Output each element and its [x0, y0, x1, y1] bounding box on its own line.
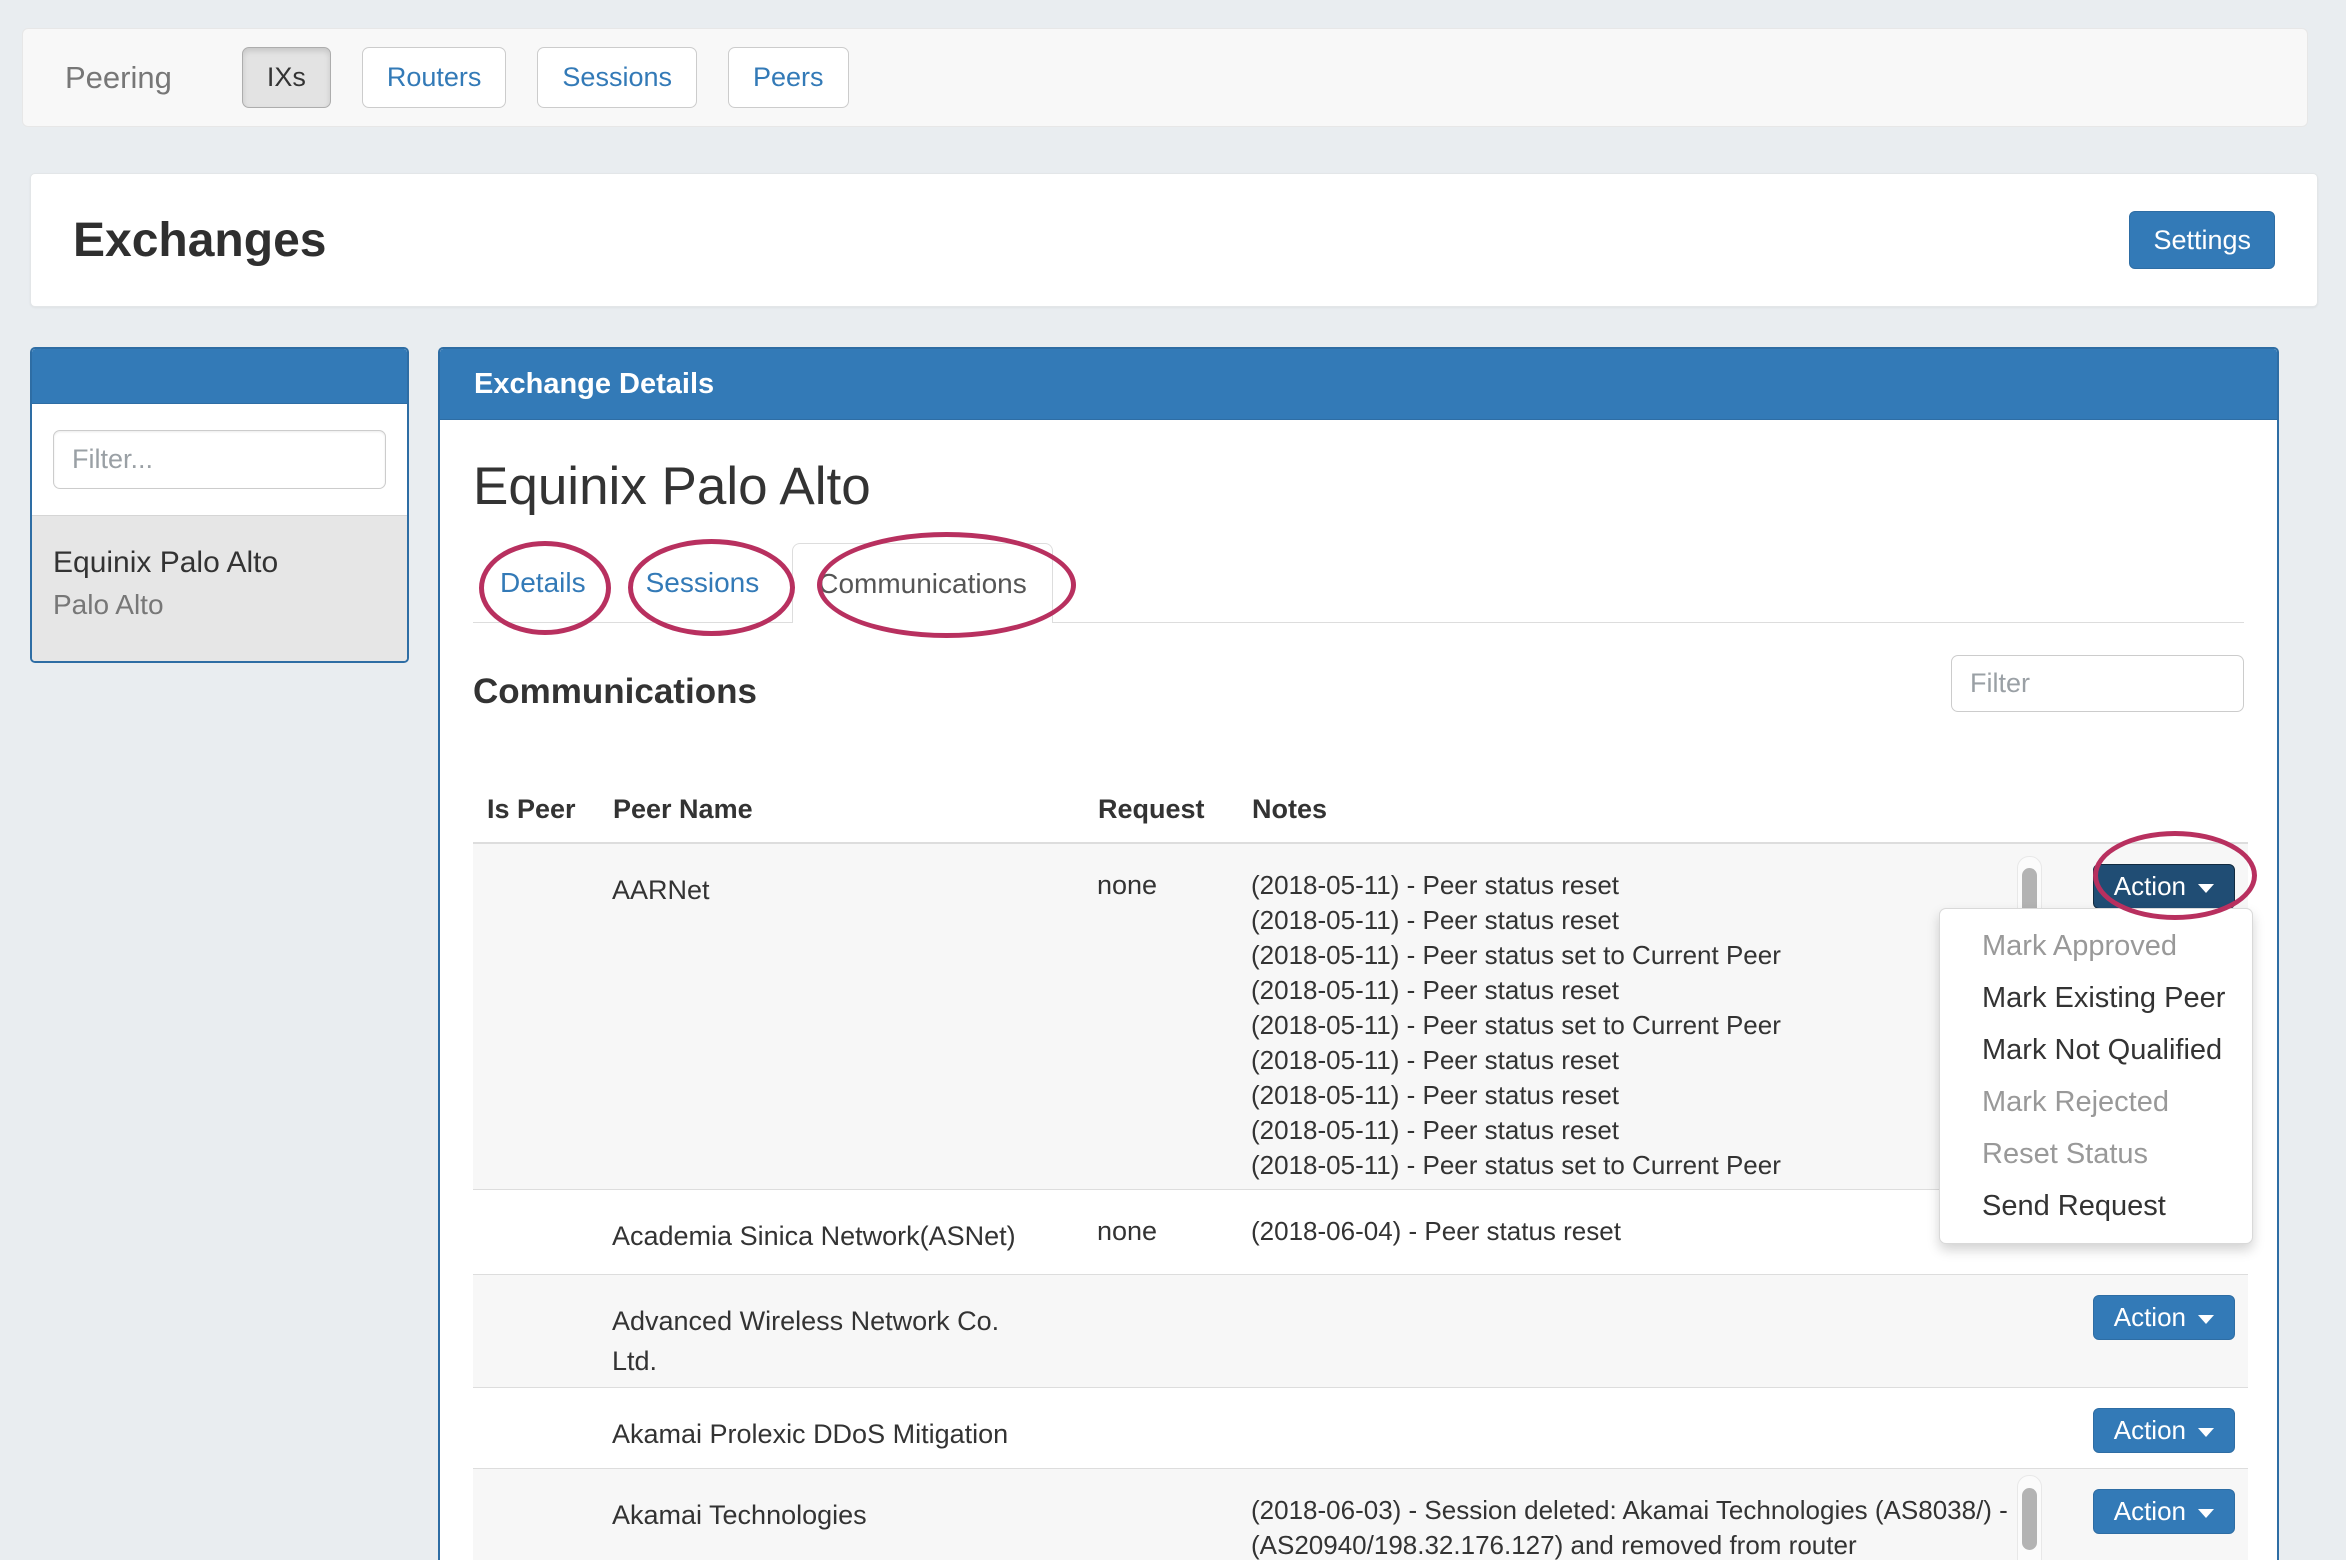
communications-title: Communications	[473, 672, 757, 711]
action-button-label: Action	[2114, 1302, 2186, 1332]
settings-button[interactable]: Settings	[2129, 211, 2275, 269]
note-line: (2018-05-11) - Peer status reset	[1251, 1113, 2037, 1148]
peer-name-text: Akamai Prolexic DDoS Mitigation	[612, 1414, 1044, 1454]
cell-peer-name: Akamai Technologies	[599, 1469, 1084, 1560]
cell-is-peer	[473, 1469, 599, 1560]
menu-item-reset-status[interactable]: Reset Status	[1940, 1128, 2252, 1180]
notes-scrollbar-thumb[interactable]	[2022, 1488, 2037, 1550]
note-line: (2018-05-11) - Peer status reset	[1251, 973, 2037, 1008]
cell-is-peer	[473, 1388, 599, 1469]
notes-scrollbar-track	[2017, 1475, 2042, 1560]
communications-filter-input[interactable]	[1951, 655, 2244, 712]
nav-button-routers[interactable]: Routers	[362, 47, 507, 108]
column-header-actions	[2050, 794, 2248, 843]
peer-name-text: AARNet	[612, 870, 1044, 910]
exchange-list-panel: Equinix Palo Alto Palo Alto	[30, 347, 409, 663]
cell-notes: (2018-06-03) - Session deleted: Akamai T…	[1238, 1469, 2050, 1560]
table-header-row: Is PeerPeer NameRequestNotes	[473, 794, 2248, 843]
column-header-peer-name: Peer Name	[599, 794, 1084, 843]
cell-notes	[1238, 1388, 2050, 1469]
cell-request	[1084, 1388, 1238, 1469]
action-button-label: Action	[2114, 871, 2186, 901]
main-nav: IXs Routers Sessions Peers	[242, 47, 849, 108]
caret-down-icon	[2198, 1428, 2214, 1437]
communications-section-header: Communications	[473, 672, 2244, 712]
table-row: Akamai Prolexic DDoS Mitigation Action	[473, 1388, 2248, 1469]
tab-details[interactable]: Details	[473, 543, 613, 623]
tab-sessions[interactable]: Sessions	[619, 543, 787, 623]
nav-button-sessions[interactable]: Sessions	[537, 47, 697, 108]
action-button-label: Action	[2114, 1496, 2186, 1526]
app-brand: Peering	[65, 60, 172, 96]
menu-item-mark-rejected[interactable]: Mark Rejected	[1940, 1076, 2252, 1128]
peer-name-text: Academia Sinica Network(ASNet)	[612, 1216, 1044, 1256]
caret-down-icon	[2198, 884, 2214, 893]
nav-button-peers[interactable]: Peers	[728, 47, 849, 108]
sidebar-filter-wrap	[32, 404, 407, 515]
note-line: (2018-05-11) - Peer status set to Curren…	[1251, 938, 2037, 973]
action-dropdown-button[interactable]: Action	[2093, 1489, 2235, 1534]
table-row: Advanced Wireless Network Co. Ltd. Action	[473, 1275, 2248, 1388]
exchange-list-heading	[32, 349, 407, 404]
menu-item-mark-not-qualified[interactable]: Mark Not Qualified	[1940, 1024, 2252, 1076]
exchange-item-title: Equinix Palo Alto	[53, 546, 386, 580]
note-line: (2018-05-11) - Peer status reset	[1251, 1078, 2037, 1113]
cell-notes: (2018-05-11) - Peer status reset(2018-05…	[1238, 843, 2050, 1190]
cell-request: none	[1084, 843, 1238, 1190]
exchange-filter-input[interactable]	[53, 430, 386, 489]
exchange-tabs: DetailsSessionsCommunications	[473, 543, 2244, 623]
cell-is-peer	[473, 1275, 599, 1388]
note-line: (2018-05-11) - Peer status set to Curren…	[1251, 1008, 2037, 1043]
column-header-request: Request	[1084, 794, 1238, 843]
menu-item-mark-existing-peer[interactable]: Mark Existing Peer	[1940, 972, 2252, 1024]
action-dropdown-button[interactable]: Action	[2093, 1295, 2235, 1340]
action-dropdown-button[interactable]: Action	[2093, 1408, 2235, 1453]
action-dropdown-button[interactable]: Action	[2093, 864, 2235, 909]
exchange-name-title: Equinix Palo Alto	[473, 458, 2244, 516]
cell-is-peer	[473, 843, 599, 1190]
cell-actions: Action	[2050, 1275, 2248, 1388]
note-line: (2018-05-11) - Peer status reset	[1251, 1043, 2037, 1078]
note-line: (2018-05-11) - Peer status reset	[1251, 868, 2037, 903]
exchange-details-heading: Exchange Details	[440, 349, 2277, 420]
note-line: (2018-05-11) - Peer status set to Curren…	[1251, 1148, 2037, 1183]
cell-notes: (2018-06-04) - Peer status reset	[1238, 1190, 2050, 1275]
page-title: Exchanges	[73, 213, 326, 268]
exchange-list-item[interactable]: Equinix Palo Alto Palo Alto	[32, 515, 407, 663]
cell-request	[1084, 1275, 1238, 1388]
cell-peer-name: Advanced Wireless Network Co. Ltd.	[599, 1275, 1084, 1388]
cell-request: none	[1084, 1190, 1238, 1275]
note-line: (2018-06-04) - Peer status reset	[1251, 1214, 2037, 1249]
action-dropdown-menu: Mark ApprovedMark Existing PeerMark Not …	[1939, 908, 2253, 1244]
cell-peer-name: AARNet	[599, 843, 1084, 1190]
top-navbar: Peering IXs Routers Sessions Peers	[22, 28, 2308, 127]
page-header-card: Exchanges Settings	[30, 173, 2318, 307]
tab-communications[interactable]: Communications	[792, 543, 1053, 623]
note-line: (2018-06-03) - Session deleted: Akamai T…	[1251, 1493, 2037, 1560]
menu-item-mark-approved[interactable]: Mark Approved	[1940, 920, 2252, 972]
table-row: Akamai Technologies (2018-06-03) - Sessio…	[473, 1469, 2248, 1560]
caret-down-icon	[2198, 1315, 2214, 1324]
nav-button-ixs[interactable]: IXs	[242, 47, 331, 108]
exchange-item-subtitle: Palo Alto	[53, 589, 386, 621]
cell-peer-name: Academia Sinica Network(ASNet)	[599, 1190, 1084, 1275]
peer-name-text: Advanced Wireless Network Co. Ltd.	[612, 1301, 1044, 1381]
peer-name-text: Akamai Technologies	[612, 1495, 1044, 1535]
exchange-list: Equinix Palo Alto Palo Alto	[32, 515, 407, 663]
cell-is-peer	[473, 1190, 599, 1275]
column-header-is-peer: Is Peer	[473, 794, 599, 843]
action-button-label: Action	[2114, 1415, 2186, 1445]
menu-item-send-request[interactable]: Send Request	[1940, 1180, 2252, 1232]
cell-notes	[1238, 1275, 2050, 1388]
caret-down-icon	[2198, 1509, 2214, 1518]
column-header-notes: Notes	[1238, 794, 2050, 843]
cell-request	[1084, 1469, 1238, 1560]
cell-actions: Action	[2050, 1388, 2248, 1469]
cell-actions: Action	[2050, 1469, 2248, 1560]
cell-peer-name: Akamai Prolexic DDoS Mitigation	[599, 1388, 1084, 1469]
note-line: (2018-05-11) - Peer status reset	[1251, 903, 2037, 938]
